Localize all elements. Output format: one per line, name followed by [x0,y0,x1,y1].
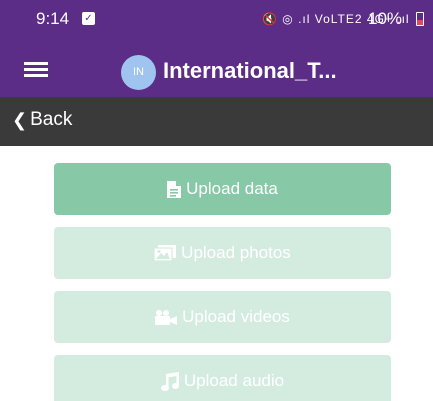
upload-videos-button[interactable]: Upload videos [54,291,391,343]
photos-icon [154,245,177,261]
avatar[interactable]: IN [121,55,156,90]
battery-icon [416,12,424,26]
menu-icon[interactable] [24,62,48,78]
upload-photos-button[interactable]: Upload photos [54,227,391,279]
chevron-left-icon: ❮ [12,109,28,130]
upload-audio-label: Upload audio [183,371,285,390]
upload-data-button[interactable]: Upload data [54,163,391,215]
music-note-icon [160,371,179,391]
video-camera-icon [155,309,178,325]
back-label: Back [30,109,73,130]
back-button[interactable]: ❮ Back [12,109,72,131]
document-icon [167,180,182,198]
back-bar: ❮ Back [0,97,433,146]
checkbox-icon: ✓ [82,12,95,25]
app-bar: IN International_T... [0,40,433,97]
upload-videos-label: Upload videos [182,307,290,326]
status-bar: 9:14 ✓ 🔇 ◎ .ıl VoLTE2 4G+ .ıl 10% [0,0,433,40]
upload-data-label: Upload data [186,179,278,198]
status-time: 9:14 [36,9,70,28]
page-title: International_T... [163,58,337,83]
upload-audio-button[interactable]: Upload audio [54,355,391,401]
battery-percent: 10% [368,9,403,28]
upload-photos-label: Upload photos [181,243,291,262]
